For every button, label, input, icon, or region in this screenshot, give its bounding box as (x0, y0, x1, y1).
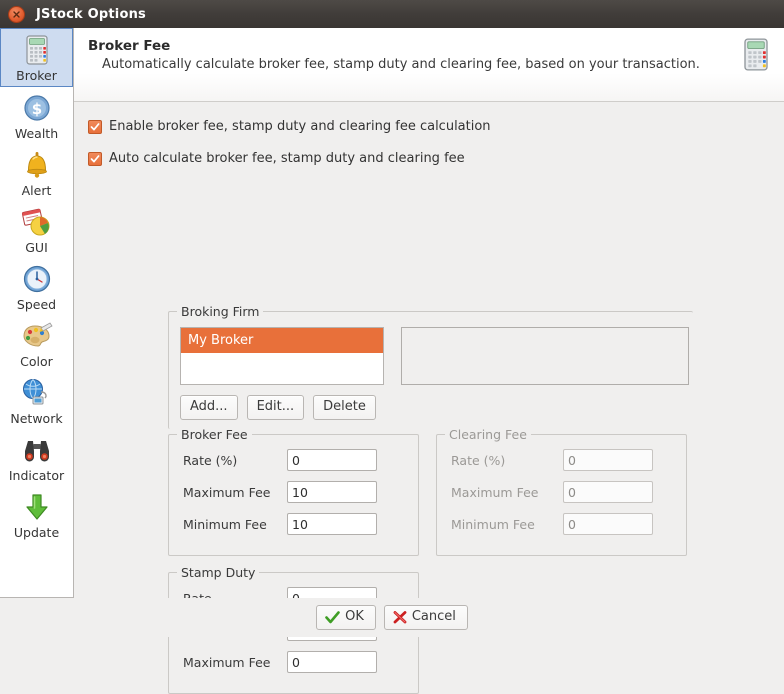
broker-fee-group: Broker Fee Rate (%) Maximum Fee Minimum … (168, 427, 419, 556)
sidebar-item-color[interactable]: Color (0, 315, 73, 372)
stamp-duty-maximum-field: Maximum Fee (183, 651, 377, 673)
ok-button[interactable]: OK (316, 605, 376, 630)
delete-button[interactable]: Delete (313, 395, 376, 420)
list-item-empty[interactable] (181, 353, 383, 378)
broker-fee-maximum-field: Maximum Fee (183, 481, 377, 503)
sidebar-item-label: GUI (25, 240, 48, 255)
page-description: Automatically calculate broker fee, stam… (102, 57, 700, 72)
dialog-footer: OK Cancel (0, 598, 784, 637)
sidebar-item-network[interactable]: Network (0, 372, 73, 429)
sidebar-item-label: Update (13, 525, 60, 540)
sidebar-item-update[interactable]: Update (0, 486, 73, 543)
broker-fee-maximum-label: Maximum Fee (183, 484, 271, 500)
sidebar-item-label: Speed (16, 297, 57, 312)
sidebar-item-broker[interactable]: Broker (0, 28, 73, 87)
broker-fee-minimum-field: Minimum Fee (183, 513, 377, 535)
cancel-button[interactable]: Cancel (383, 605, 468, 630)
stamp-duty-maximum-input[interactable] (287, 651, 377, 673)
options-window: Broker $ Wealth Alert GUI Speed Color Ne… (0, 28, 784, 694)
dollar-coin-icon: $ (20, 91, 54, 125)
red-x-icon (393, 610, 407, 624)
sidebar-item-indicator[interactable]: Indicator (0, 429, 73, 486)
sidebar-item-label: Wealth (14, 126, 59, 141)
ok-button-label: OK (345, 609, 364, 624)
sidebar: Broker $ Wealth Alert GUI Speed Color Ne… (0, 28, 74, 598)
checkbox-checked-icon (88, 119, 102, 134)
broker-fee-rate-label: Rate (%) (183, 452, 238, 468)
green-check-icon (325, 610, 340, 624)
auto-calculate-label: Auto calculate broker fee, stamp duty an… (109, 151, 465, 166)
clearing-fee-maximum-input[interactable] (563, 481, 653, 503)
sidebar-item-label: Indicator (8, 468, 65, 483)
broking-firm-detail-box[interactable] (401, 327, 689, 385)
chart-cards-icon (20, 205, 54, 239)
clearing-fee-maximum-label: Maximum Fee (451, 484, 539, 500)
sidebar-item-label: Broker (16, 68, 57, 83)
broking-firm-list[interactable]: My Broker (180, 327, 384, 385)
clearing-fee-legend: Clearing Fee (445, 427, 531, 442)
enable-fee-label: Enable broker fee, stamp duty and cleari… (109, 119, 491, 134)
sidebar-item-label: Network (10, 411, 63, 426)
page-title: Broker Fee (88, 38, 171, 54)
sidebar-item-wealth[interactable]: $ Wealth (0, 87, 73, 144)
bell-icon (20, 148, 54, 182)
palette-icon (20, 319, 54, 353)
broking-firm-buttons: Add... Edit... Delete (180, 395, 376, 420)
window-title: JStock Options (36, 6, 146, 22)
broker-fee-minimum-input[interactable] (287, 513, 377, 535)
list-item[interactable]: My Broker (181, 328, 383, 353)
svg-text:$: $ (31, 100, 41, 118)
close-glyph (13, 10, 20, 18)
broker-fee-rate-field: Rate (%) (183, 449, 377, 471)
stamp-duty-maximum-label: Maximum Fee (183, 654, 271, 670)
checkbox-checked-icon (88, 151, 102, 166)
clearing-fee-minimum-label: Minimum Fee (451, 516, 535, 532)
cancel-button-label: Cancel (411, 609, 456, 624)
broking-firm-legend: Broking Firm (177, 304, 264, 319)
broker-fee-minimum-label: Minimum Fee (183, 516, 267, 532)
sidebar-item-speed[interactable]: Speed (0, 258, 73, 315)
clearing-fee-maximum-field: Maximum Fee (451, 481, 653, 503)
sidebar-item-alert[interactable]: Alert (0, 144, 73, 201)
clearing-fee-group: Clearing Fee Rate (%) Maximum Fee Minimu… (436, 427, 687, 556)
enable-fee-checkbox[interactable]: Enable broker fee, stamp duty and cleari… (88, 119, 784, 134)
edit-button[interactable]: Edit... (246, 395, 305, 420)
globe-network-icon (20, 376, 54, 410)
content-area: Enable broker fee, stamp duty and cleari… (74, 119, 784, 694)
sidebar-item-label: Color (20, 354, 53, 369)
close-icon[interactable] (8, 5, 25, 23)
broker-fee-rate-input[interactable] (287, 449, 377, 471)
sidebar-item-gui[interactable]: GUI (0, 201, 73, 258)
panel-header: Broker Fee Automatically calculate broke… (74, 28, 784, 102)
green-down-arrow-icon (20, 490, 54, 524)
broker-fee-maximum-input[interactable] (287, 481, 377, 503)
stamp-duty-legend: Stamp Duty (177, 565, 260, 580)
add-button[interactable]: Add... (180, 395, 238, 420)
calculator-icon (20, 33, 54, 67)
sidebar-item-label: Alert (21, 183, 52, 198)
binoculars-icon (20, 433, 54, 467)
main-panel: Broker Fee Automatically calculate broke… (74, 28, 784, 694)
clearing-fee-minimum-input[interactable] (563, 513, 653, 535)
broker-fee-legend: Broker Fee (177, 427, 252, 442)
calculator-icon (742, 38, 772, 72)
clearing-fee-rate-field: Rate (%) (451, 449, 653, 471)
auto-calculate-checkbox[interactable]: Auto calculate broker fee, stamp duty an… (88, 151, 784, 166)
clearing-fee-rate-input[interactable] (563, 449, 653, 471)
clearing-fee-minimum-field: Minimum Fee (451, 513, 653, 535)
clearing-fee-rate-label: Rate (%) (451, 452, 506, 468)
title-bar: JStock Options (0, 0, 784, 28)
clock-icon (20, 262, 54, 296)
